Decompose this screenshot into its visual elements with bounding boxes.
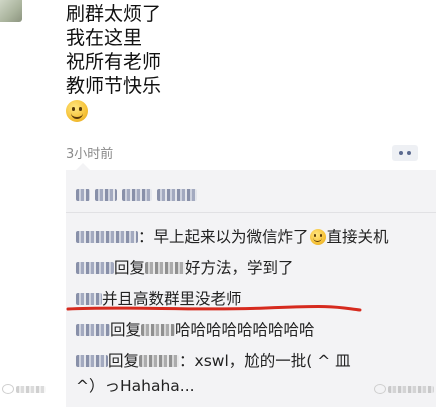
comment-item[interactable]: 回复 ：xswl，尬的一批( ^ 皿 [76,351,351,371]
watermark-left [2,384,46,394]
weibo-logo-icon [2,384,14,394]
comment-item-highlighted[interactable]: 并且高数群里没老师 [76,289,242,309]
comment-text: ：早上起来以为微信炸了 [138,228,309,246]
comment-section: ：早上起来以为微信炸了 直接关机 回复 好方法，学到了 并且高数群里没老师 回复 哈哈… [66,163,436,407]
post-text-line-1: 刷群太烦了 [66,3,162,25]
comment-text: ：xswl，尬的一批( ^ 皿 [179,352,351,370]
commenter-name-redacted[interactable] [76,231,138,243]
watermark-right [374,384,434,394]
commenter-name-redacted[interactable] [76,324,110,336]
reply-label: 回复 [114,259,146,277]
likes-divider [66,212,436,213]
commenter-name-redacted[interactable] [76,355,108,367]
watermark-text-redacted [16,385,46,393]
watermark-text-redacted [388,385,434,393]
post-text-line-2: 我在这里 [66,27,143,49]
post-text-line-4: 教师节快乐 [66,75,162,97]
reply-label: 回复 [110,321,142,339]
post-timestamp: 3小时前 [66,147,114,162]
reply-target-redacted[interactable] [145,262,186,274]
post-content: 刷群太烦了 我在这里 祝所有老师 教师节快乐 [66,2,406,128]
weibo-logo-icon [374,384,386,394]
post-text-line-3: 祝所有老师 [66,51,162,73]
smile-emoji-icon [66,100,88,122]
smile-emoji-icon [309,229,326,245]
liker-name-redacted [95,189,117,201]
commenter-name-redacted[interactable] [76,293,102,305]
comment-continuation: ^）っHahaha... [76,377,195,395]
avatar[interactable] [0,0,22,22]
moments-post-screen: 刷群太烦了 我在这里 祝所有老师 教师节快乐 3小时前 ：早上起来以为微信炸了直… [0,0,440,407]
comment-item[interactable]: 回复 哈哈哈哈哈哈哈哈哈 [76,320,315,340]
reply-label: 回复 [108,352,140,370]
more-options-button[interactable] [392,145,418,161]
comment-text: 并且高数群里没老师 [102,290,242,308]
commenter-name-redacted[interactable] [76,262,114,274]
post-emoji-line [66,98,406,128]
comment-text-tail: 直接关机 [326,228,389,246]
liker-name-redacted [157,189,197,201]
reply-target-redacted[interactable] [139,355,180,367]
reply-target-redacted[interactable] [141,324,176,336]
comment-item[interactable]: 回复 好方法，学到了 [76,258,294,278]
post-meta-row: 3小时前 [66,143,420,162]
liker-name-redacted [76,189,90,201]
liker-name-redacted [122,189,152,201]
comment-text: 哈哈哈哈哈哈哈哈哈 [175,321,315,339]
likes-row [76,186,197,204]
comment-text: 好方法，学到了 [185,259,294,277]
comment-item[interactable]: ：早上起来以为微信炸了 直接关机 [76,227,389,247]
more-dots-icon [399,151,411,155]
